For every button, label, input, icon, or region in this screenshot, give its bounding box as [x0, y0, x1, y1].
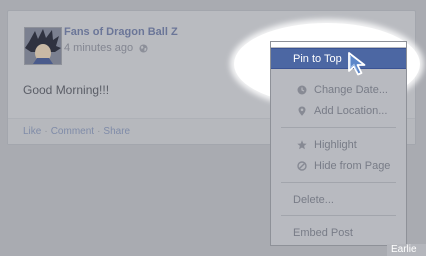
menu-item-label: Add Location...	[314, 104, 388, 117]
comment-link[interactable]: Comment	[51, 126, 94, 137]
globe-icon[interactable]	[139, 43, 148, 53]
menu-item-label: Pin to Top	[293, 52, 342, 65]
hide-circle-icon	[297, 160, 307, 171]
page: { "post": { "page_name": "Fans of Dragon…	[0, 0, 426, 256]
like-link[interactable]: Like	[23, 126, 41, 137]
share-link[interactable]: Share	[103, 126, 130, 137]
post-timestamp[interactable]: 4 minutes ago	[64, 42, 133, 54]
menu-divider	[281, 215, 396, 216]
menu-item-label: Change Date...	[314, 83, 388, 96]
clock-icon	[297, 85, 307, 95]
menu-item-label: Hide from Page	[314, 159, 391, 172]
menu-item-label: Highlight	[314, 138, 357, 151]
post-meta: 4 minutes ago	[64, 42, 148, 54]
menu-item-hide-from-page[interactable]: Hide from Page	[271, 155, 406, 176]
post-options-menu: Pin to Top Change Date... Add Location..…	[270, 41, 407, 246]
menu-top-edge	[271, 42, 406, 47]
timeline-older-tab[interactable]: Earlie	[387, 244, 426, 256]
menu-item-change-date[interactable]: Change Date...	[271, 79, 406, 100]
menu-item-add-location[interactable]: Add Location...	[271, 100, 406, 121]
menu-divider	[281, 182, 396, 183]
action-separator: ·	[97, 126, 101, 137]
menu-item-embed-post[interactable]: Embed Post	[271, 222, 406, 243]
page-name-link[interactable]: Fans of Dragon Ball Z	[64, 26, 178, 38]
action-separator: ·	[44, 126, 48, 137]
menu-item-label: Delete...	[293, 193, 334, 206]
star-icon	[297, 139, 307, 150]
post-message: Good Morning!!!	[23, 83, 110, 97]
mouse-cursor-icon	[348, 52, 366, 76]
page-avatar[interactable]	[24, 27, 62, 65]
menu-divider	[281, 127, 396, 128]
menu-item-pin-to-top[interactable]: Pin to Top	[271, 48, 406, 69]
menu-item-delete[interactable]: Delete...	[271, 189, 406, 210]
menu-item-label: Embed Post	[293, 226, 353, 239]
menu-item-highlight[interactable]: Highlight	[271, 134, 406, 155]
location-pin-icon	[297, 106, 307, 116]
